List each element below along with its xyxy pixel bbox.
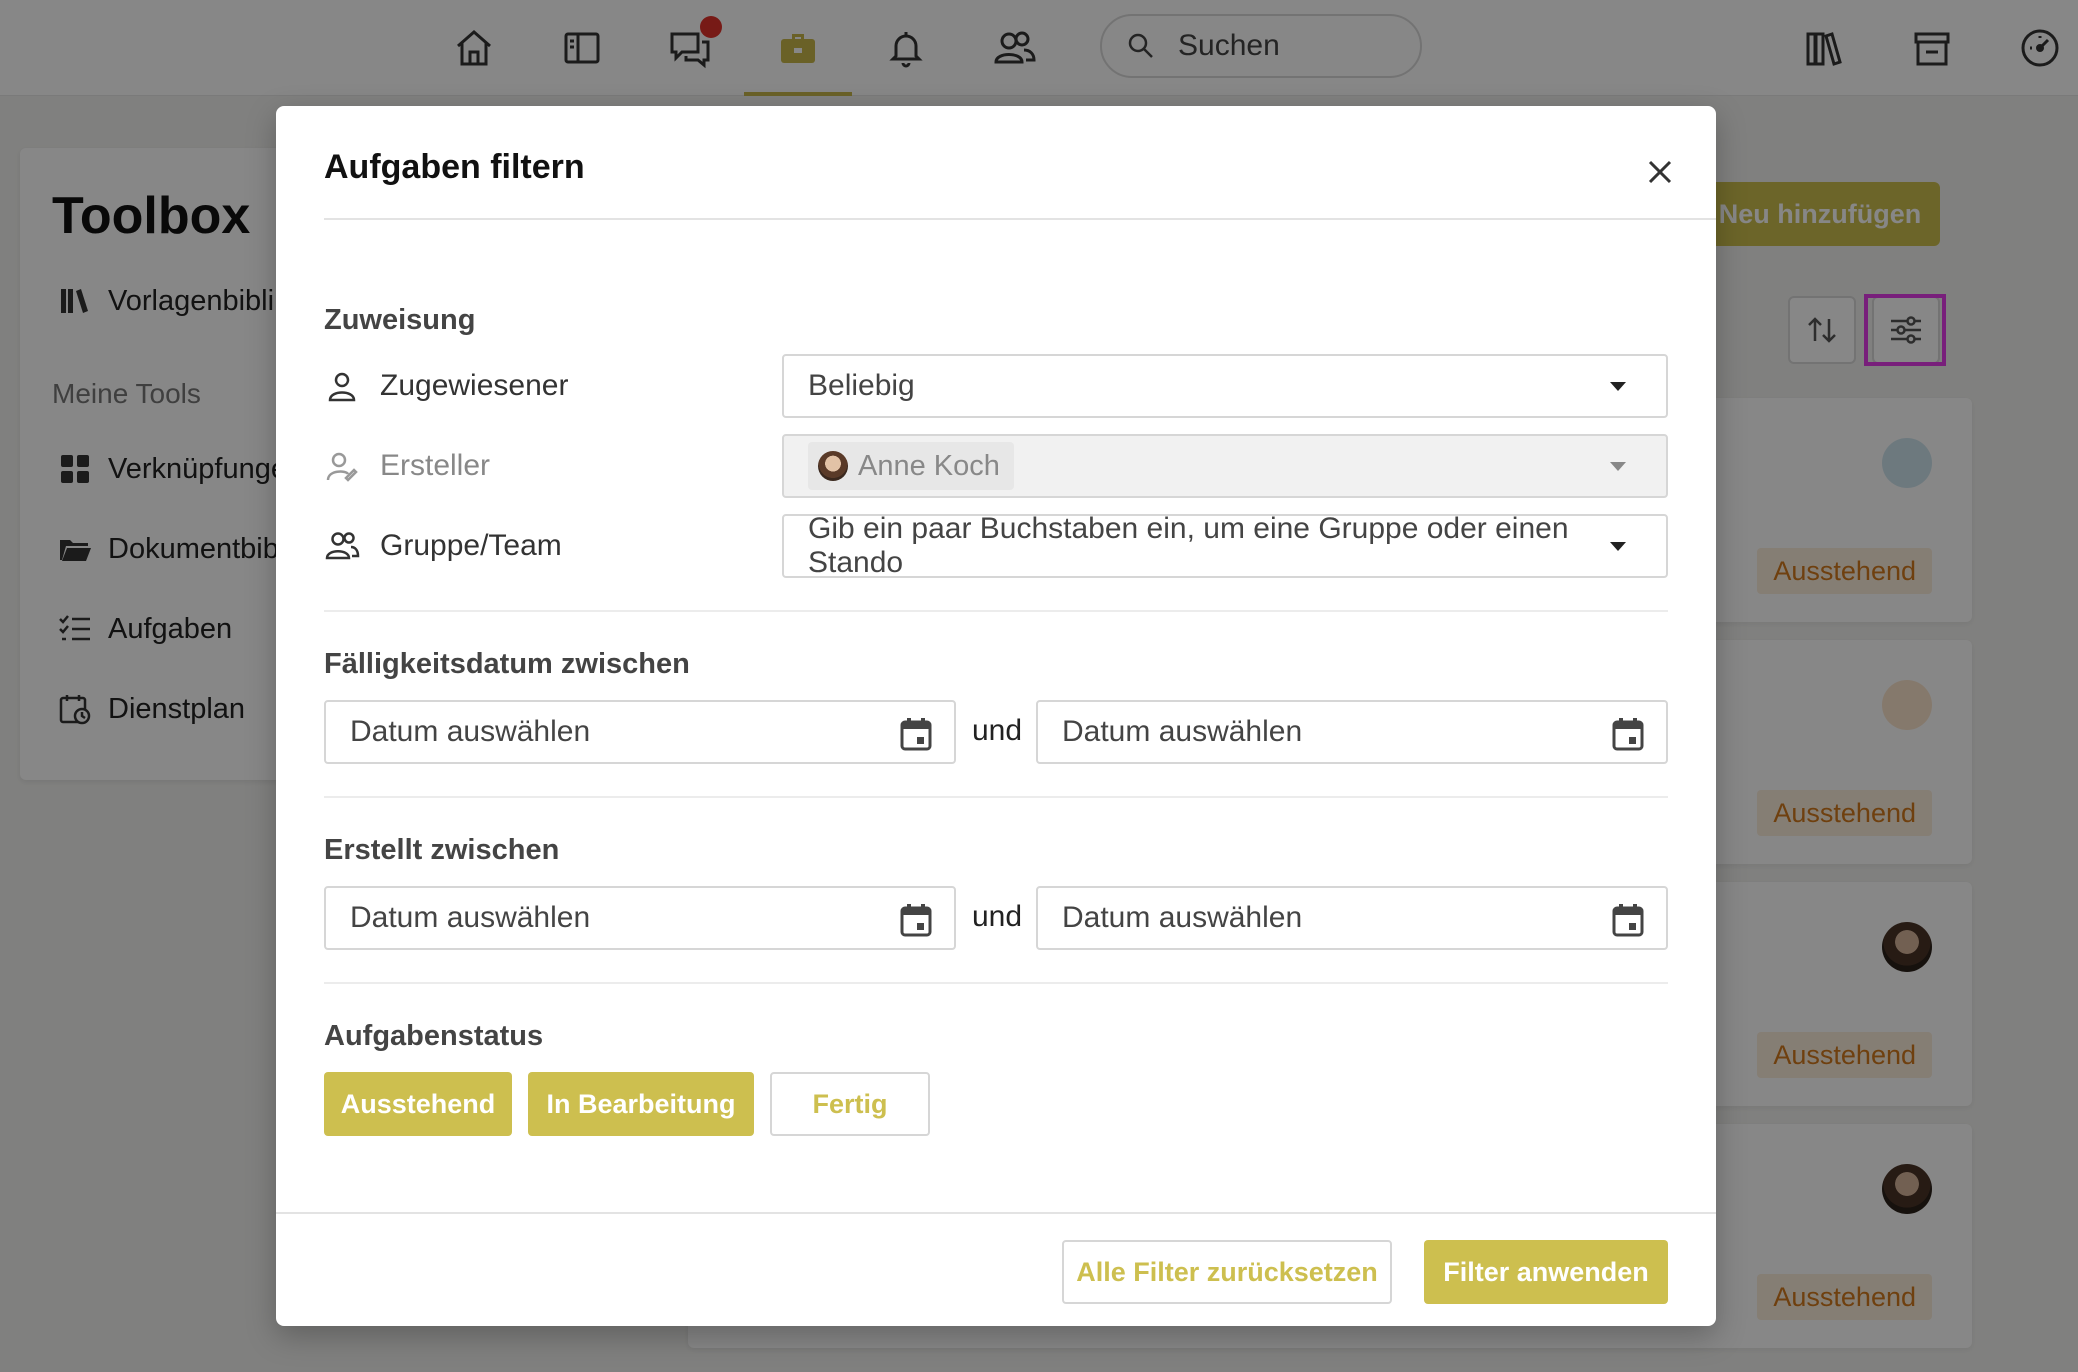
apply-filters-button[interactable]: Filter anwenden — [1424, 1240, 1668, 1304]
due-to-input[interactable]: Datum auswählen — [1036, 700, 1668, 764]
chevron-down-icon — [1610, 542, 1626, 551]
reset-filters-button[interactable]: Alle Filter zurücksetzen — [1062, 1240, 1392, 1304]
dialog-title: Aufgaben filtern — [324, 148, 585, 186]
creator-chip: Anne Koch — [808, 442, 1014, 490]
created-heading: Erstellt zwischen — [324, 834, 560, 866]
group-label-text: Gruppe/Team — [380, 529, 562, 562]
and-label: und — [972, 900, 1023, 933]
status-toggle-pending[interactable]: Ausstehend — [324, 1072, 512, 1136]
creator-label: Ersteller — [324, 448, 490, 484]
close-icon — [1648, 160, 1672, 184]
group-placeholder: Gib ein paar Buchstaben ein, um eine Gru… — [808, 512, 1569, 579]
calendar-icon[interactable] — [1610, 902, 1646, 938]
date-placeholder: Datum auswählen — [1062, 715, 1303, 748]
assignee-label-text: Zugewiesener — [380, 369, 569, 402]
created-from-input[interactable]: Datum auswählen — [324, 886, 956, 950]
avatar — [818, 451, 848, 481]
group-select[interactable]: Gib ein paar Buchstaben ein, um eine Gru… — [782, 512, 1668, 579]
date-placeholder: Datum auswählen — [1062, 901, 1303, 934]
status-heading: Aufgabenstatus — [324, 1020, 544, 1052]
created-to-input[interactable]: Datum auswählen — [1036, 886, 1668, 950]
assignee-select[interactable]: Beliebig — [782, 354, 1668, 418]
divider — [324, 982, 1668, 984]
calendar-icon[interactable] — [898, 902, 934, 938]
divider — [324, 218, 1716, 220]
date-placeholder: Datum auswählen — [350, 901, 591, 934]
date-placeholder: Datum auswählen — [350, 715, 591, 748]
assignee-value: Beliebig — [808, 369, 915, 402]
due-from-input[interactable]: Datum auswählen — [324, 700, 956, 764]
assignee-label: Zugewiesener — [324, 368, 568, 404]
divider — [276, 1212, 1716, 1214]
close-button[interactable] — [1636, 148, 1684, 196]
assignment-heading: Zuweisung — [324, 304, 476, 336]
user-icon — [328, 372, 356, 402]
user-edit-icon — [326, 452, 358, 482]
chevron-down-icon — [1610, 462, 1626, 471]
calendar-icon[interactable] — [898, 716, 934, 752]
group-icon — [325, 532, 360, 560]
creator-label-text: Ersteller — [380, 449, 491, 482]
status-toggle-in-progress[interactable]: In Bearbeitung — [528, 1072, 754, 1136]
group-label: Gruppe/Team — [324, 528, 562, 564]
creator-value: Anne Koch — [858, 449, 1000, 482]
creator-select: Anne Koch — [782, 434, 1668, 498]
due-date-heading: Fälligkeitsdatum zwischen — [324, 648, 690, 680]
calendar-icon[interactable] — [1610, 716, 1646, 752]
and-label: und — [972, 714, 1023, 747]
filter-dialog: Aufgaben filtern Zuweisung Zugewiesener … — [276, 106, 1716, 1326]
chevron-down-icon — [1610, 382, 1626, 391]
divider — [324, 610, 1668, 612]
divider — [324, 796, 1668, 798]
status-toggle-done[interactable]: Fertig — [770, 1072, 930, 1136]
